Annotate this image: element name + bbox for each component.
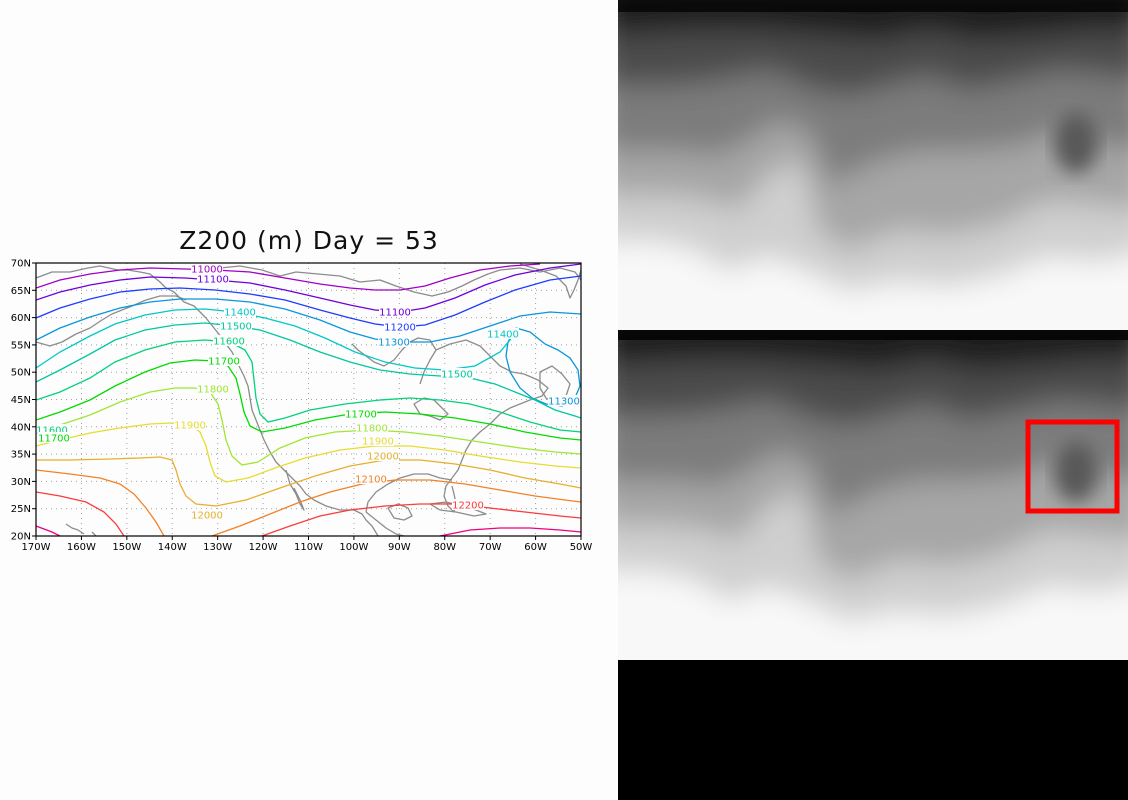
x-tick-label: 150W — [112, 542, 141, 553]
contour-label: 11200 — [384, 323, 416, 334]
contour-label: 11900 — [362, 437, 394, 448]
contour-label: 11700 — [345, 410, 377, 421]
contour-label: 12200 — [452, 501, 484, 512]
contour-label: 11600 — [213, 337, 245, 348]
coastline-arctic-islands — [219, 265, 581, 297]
y-tick-label: 20N — [11, 532, 31, 543]
x-tick-label: 90W — [388, 542, 411, 553]
y-tick-label: 30N — [11, 477, 31, 488]
contour-label: 11100 — [379, 308, 411, 319]
y-tick-label: 40N — [11, 422, 31, 433]
x-tick-label: 100W — [339, 542, 368, 553]
coastline-aleutians — [36, 309, 123, 347]
x-tick-label: 80W — [433, 542, 456, 553]
contour-label: 12000 — [191, 511, 223, 522]
x-tick-label: 120W — [249, 542, 278, 553]
contour-label: 11700 — [208, 357, 240, 368]
contour-label: 11400 — [224, 308, 256, 319]
y-tick-label: 55N — [11, 340, 31, 351]
coastline-greenland — [519, 263, 581, 299]
contour-label: 12100 — [355, 475, 387, 486]
coastline-hawaii — [65, 523, 97, 536]
y-tick-label: 65N — [11, 286, 31, 297]
empty-black-region — [618, 660, 1128, 800]
x-tick-label: 70W — [479, 542, 502, 553]
y-tick-label: 35N — [11, 450, 31, 461]
x-tick-label: 110W — [294, 542, 323, 553]
feature-map-panel — [618, 0, 1128, 800]
coastline-central-america — [365, 511, 405, 536]
geopotential-height-map: 1100011100111001120011300113001140011400… — [11, 259, 593, 554]
contour-label: 11100 — [197, 275, 229, 286]
contour-label: 11800 — [356, 424, 388, 435]
contour-label: 11300 — [378, 338, 410, 349]
contour-label: 11500 — [220, 322, 252, 333]
contour-label: 11400 — [487, 330, 519, 341]
x-tick-label: 170W — [22, 542, 51, 553]
map-figure-panel: Z200 (m) Day = 53 11000 11100 11100 11200 11… — [0, 0, 618, 800]
y-tick-label: 45N — [11, 395, 31, 406]
contour-label: 11500 — [441, 370, 473, 381]
feature-map-top — [618, 0, 1128, 330]
feature-map-bottom — [618, 330, 1128, 660]
y-tick-label: 50N — [11, 368, 31, 379]
contour-line-11000 — [36, 263, 541, 291]
contour-label: 11800 — [197, 385, 229, 396]
x-tick-label: 130W — [203, 542, 232, 553]
contour-label: 12000 — [367, 452, 399, 463]
y-tick-label: 70N — [11, 259, 31, 270]
coastline-yucatan — [387, 503, 413, 521]
contour-label: 11900 — [174, 421, 206, 432]
x-tick-label: 50W — [570, 542, 593, 553]
y-tick-label: 25N — [11, 504, 31, 515]
contour-label: 11300 — [548, 397, 580, 408]
x-tick-label: 160W — [67, 542, 96, 553]
y-tick-label: 60N — [11, 313, 31, 324]
contour-label: 11700 — [38, 434, 70, 445]
coastline-alaska-south — [121, 295, 187, 311]
x-tick-label: 140W — [158, 542, 187, 553]
x-tick-label: 60W — [524, 542, 547, 553]
